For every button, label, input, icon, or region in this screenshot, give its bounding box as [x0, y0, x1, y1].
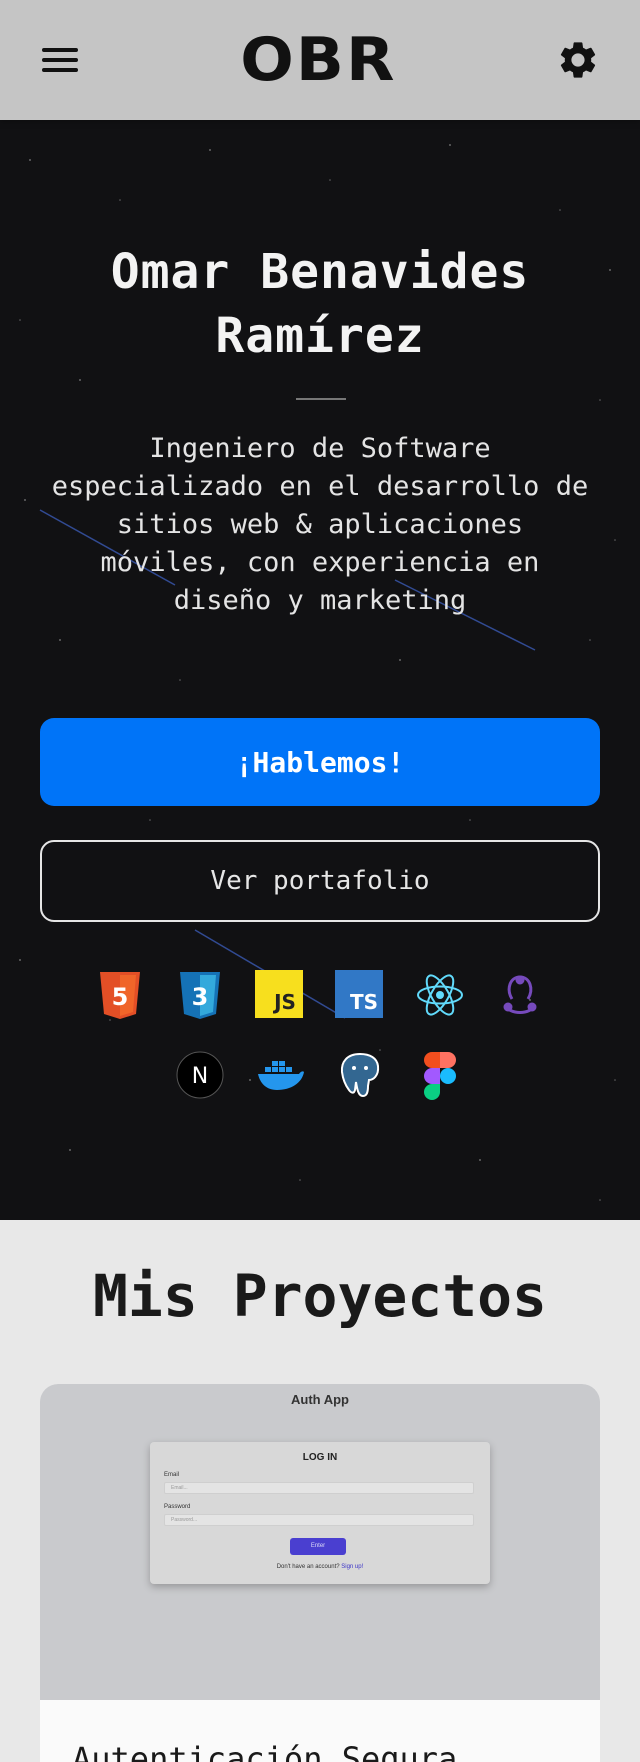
html5-icon: 5: [95, 970, 145, 1020]
redux-icon: [495, 970, 545, 1020]
hero-name-heading: Omar Benavides Ramírez: [110, 244, 530, 364]
svg-text:5: 5: [112, 983, 129, 1011]
gear-icon[interactable]: [556, 38, 600, 82]
hero-section: Omar Benavides Ramírez Ingeniero de Soft…: [0, 120, 640, 1220]
signup-link: Sign up!: [341, 1564, 364, 1570]
site-logo[interactable]: OBR: [240, 25, 396, 95]
email-label: Email: [164, 1472, 180, 1478]
project-thumbnail: Auth App LOG IN Email Email... Password …: [40, 1384, 600, 1700]
css3-icon: 3: [175, 970, 225, 1020]
svg-text:3: 3: [192, 983, 209, 1011]
project-card-title: Autenticación Segura: [72, 1740, 458, 1762]
password-label: Password: [164, 1504, 191, 1510]
postgresql-icon: [335, 1050, 385, 1100]
react-icon: [415, 970, 465, 1020]
nextjs-icon: N: [175, 1050, 225, 1100]
login-title: LOG IN: [302, 1452, 338, 1463]
svg-text:N: N: [192, 1064, 208, 1089]
projects-section: Mis Proyectos Auth App LOG IN Email Emai…: [0, 1220, 640, 1762]
thumbnail-login-form: LOG IN Email Email... Password Password.…: [150, 1442, 490, 1584]
docker-icon: [255, 1050, 305, 1100]
thumbnail-app-title: Auth App: [291, 1392, 349, 1407]
projects-heading: Mis Proyectos: [93, 1262, 547, 1330]
email-field: Email...: [164, 1482, 474, 1494]
hamburger-menu-icon[interactable]: [40, 42, 80, 78]
password-field: Password...: [164, 1514, 474, 1526]
enter-button: Enter: [290, 1538, 346, 1555]
contact-button[interactable]: ¡Hablemos!: [40, 718, 600, 806]
signup-text: Don't have an account? Sign up!: [276, 1564, 364, 1570]
top-navbar: OBR: [0, 0, 640, 120]
hero-divider: [296, 398, 346, 400]
view-portfolio-button[interactable]: Ver portafolio: [40, 840, 600, 922]
project-card[interactable]: Auth App LOG IN Email Email... Password …: [40, 1384, 600, 1762]
javascript-icon: JS: [255, 970, 303, 1018]
hero-subtitle: Ingeniero de Software especializado en e…: [51, 433, 589, 616]
typescript-icon: TS: [335, 970, 383, 1018]
figma-icon: [415, 1050, 465, 1100]
